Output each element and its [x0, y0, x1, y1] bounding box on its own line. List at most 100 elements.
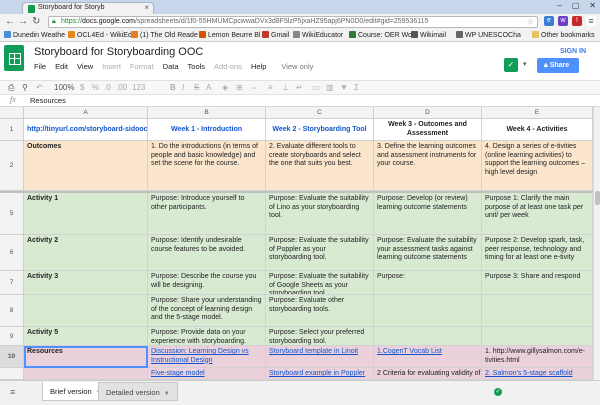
table-cell[interactable]: Purpose: Evaluate other storyboarding to… [266, 295, 374, 327]
column-header[interactable]: A [24, 107, 148, 119]
bookmark-item[interactable]: Gmail [262, 31, 289, 39]
close-tab-icon[interactable]: × [144, 3, 149, 12]
table-cell[interactable]: 2 Criteria for evaluating validity of [374, 368, 482, 380]
extension-icon[interactable]: ! [572, 16, 582, 26]
row-header[interactable]: 2 [0, 141, 24, 191]
table-cell[interactable]: 2. Salmon's 5-stage scaffold [482, 368, 593, 380]
menu-help[interactable]: Help [251, 62, 266, 71]
table-cell[interactable] [482, 327, 593, 346]
table-cell[interactable]: Five-stage model [148, 368, 266, 380]
table-cell[interactable]: http://tinyurl.com/storyboard-sidooc [24, 119, 148, 141]
table-cell[interactable]: Week 1 - Introduction [148, 119, 266, 141]
table-cell[interactable]: Purpose 2: Develop spark, task, peer res… [482, 235, 593, 271]
table-cell[interactable]: Purpose: Evaluate the suitability of Goo… [266, 271, 374, 295]
table-cell[interactable]: Purpose: Identify undesirable course fea… [148, 235, 266, 271]
table-cell[interactable]: Discussion: Learning Design vs Instructi… [148, 346, 266, 368]
table-cell[interactable]: 1. http://www.gillysalmon.com/e-tivities… [482, 346, 593, 368]
table-cell[interactable]: Activity 2 [24, 235, 148, 271]
forward-icon[interactable]: → [18, 16, 28, 28]
table-cell[interactable]: Purpose 1: Clarify the main purpose of a… [482, 193, 593, 235]
table-cell[interactable]: 1.CogenT Vocab List [374, 346, 482, 368]
bookmark-item[interactable]: Lemon Beurre Bl [199, 31, 261, 39]
bookmark-item[interactable]: Wikimail [411, 31, 446, 39]
sheets-logo-icon[interactable] [4, 45, 24, 71]
bookmark-item[interactable]: OCL4Ed - WikiEd [68, 31, 132, 39]
table-cell[interactable]: Outcomes [24, 141, 148, 191]
table-cell[interactable]: Week 4 - Activities [482, 119, 593, 141]
vertical-scrollbar[interactable] [593, 107, 600, 380]
all-sheets-icon[interactable]: ≡ [10, 387, 15, 397]
bookmark-item[interactable]: (1) The Old Reade [131, 31, 198, 39]
table-cell[interactable]: Week 3 - Outcomes and Assessment [374, 119, 482, 141]
chevron-down-icon[interactable]: ▾ [523, 60, 527, 68]
row-header[interactable]: 8 [0, 295, 24, 327]
row-header[interactable]: 9 [0, 327, 24, 346]
row-header[interactable]: 5 [0, 193, 24, 235]
table-cell[interactable] [24, 295, 148, 327]
table-cell[interactable]: 4. Design a series of e-tivities (online… [482, 141, 593, 191]
table-cell[interactable]: Activity 1 [24, 193, 148, 235]
table-cell[interactable]: Purpose: Evaluate the suitability of Pop… [266, 235, 374, 271]
table-cell[interactable] [482, 295, 593, 327]
selected-cell[interactable]: Resources [24, 346, 148, 368]
bookmark-item[interactable]: Dunedin Weathe [4, 31, 65, 39]
sheet-tab-detailed[interactable]: Detailed version ▼ [98, 382, 178, 401]
menu-file[interactable]: File [34, 62, 46, 71]
bookmark-item[interactable]: WP UNESCOCha [456, 31, 521, 39]
bookmark-item[interactable]: WikiEducator [293, 31, 343, 39]
minimize-icon[interactable]: – [557, 1, 561, 10]
scrollbar-thumb[interactable] [595, 191, 600, 205]
bookmark-star-icon[interactable]: ☆ [527, 17, 534, 26]
table-cell[interactable]: 1. Do the introductions (in terms of peo… [148, 141, 266, 191]
table-cell[interactable]: Purpose 3: Share and respond [482, 271, 593, 295]
address-bar[interactable]: 🔒︎ https://docs.google.com/spreadsheets/… [48, 16, 538, 28]
row-header[interactable]: 6 [0, 235, 24, 271]
table-cell[interactable]: Purpose: Describe the course you will be… [148, 271, 266, 295]
menu-view[interactable]: View [77, 62, 93, 71]
row-header[interactable]: 7 [0, 271, 24, 295]
row-header[interactable] [0, 368, 24, 380]
table-cell[interactable] [24, 368, 148, 380]
table-cell[interactable]: 3. Define the learning outcomes and asse… [374, 141, 482, 191]
table-cell[interactable]: Purpose: Provide data on your experience… [148, 327, 266, 346]
maximize-icon[interactable]: ▢ [572, 1, 580, 10]
close-window-icon[interactable]: ✕ [589, 1, 596, 10]
spreadsheet-grid[interactable]: A B C D E 1 http://tinyurl.com/storyboar… [0, 107, 600, 380]
table-cell[interactable]: Activity 3 [24, 271, 148, 295]
column-header[interactable]: C [266, 107, 374, 119]
table-cell[interactable]: Purpose: [374, 271, 482, 295]
table-cell[interactable] [374, 327, 482, 346]
row-header[interactable]: 1 [0, 119, 24, 141]
table-cell[interactable]: 2. Evaluate different tools to create st… [266, 141, 374, 191]
table-cell[interactable]: Purpose: Introduce yourself to other par… [148, 193, 266, 235]
row-header[interactable]: 10 [0, 346, 24, 368]
column-header[interactable]: E [482, 107, 593, 119]
extension-icon[interactable]: e [544, 16, 554, 26]
formula-value[interactable]: Resources [30, 96, 66, 105]
table-cell[interactable]: Purpose: Evaluate the suitability of Lin… [266, 193, 374, 235]
table-cell[interactable]: Activity 5 [24, 327, 148, 346]
table-cell[interactable]: Purpose: Share your understanding of the… [148, 295, 266, 327]
menu-data[interactable]: Data [163, 62, 179, 71]
menu-edit[interactable]: Edit [55, 62, 68, 71]
sign-in-link[interactable]: SIGN IN [560, 48, 586, 55]
menu-icon[interactable]: ≡ [586, 16, 596, 26]
select-all-corner[interactable] [0, 107, 24, 119]
column-header[interactable]: D [374, 107, 482, 119]
reload-icon[interactable]: ↻ [32, 16, 40, 28]
table-cell[interactable]: Purpose: Develop (or review) learning ou… [374, 193, 482, 235]
browser-tab[interactable]: Storyboard for Storyb × [22, 2, 154, 14]
zoom-select[interactable]: 100% [54, 83, 74, 92]
bookmark-item[interactable]: Course: OER Wor [349, 31, 414, 39]
print-icon[interactable]: ⎙ [8, 83, 14, 93]
paint-format-icon[interactable]: ⚲ [22, 83, 28, 92]
column-header[interactable]: B [148, 107, 266, 119]
table-cell[interactable]: Storyboard template in Linoit [266, 346, 374, 368]
extension-icon[interactable]: w [558, 16, 568, 26]
table-cell[interactable]: Purpose: Evaluate the suitability your a… [374, 235, 482, 271]
chevron-down-icon[interactable]: ▼ [164, 391, 170, 397]
table-cell[interactable] [374, 295, 482, 327]
table-cell[interactable]: Purpose: Select your preferred storyboar… [266, 327, 374, 346]
menu-tools[interactable]: Tools [188, 62, 206, 71]
back-icon[interactable]: ← [5, 16, 15, 28]
